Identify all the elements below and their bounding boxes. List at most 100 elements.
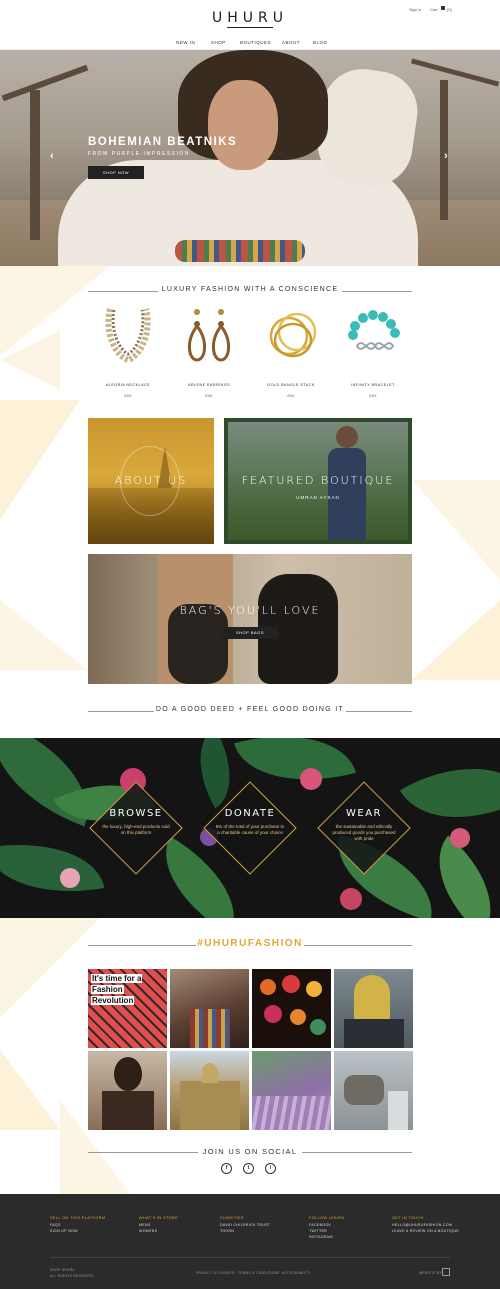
footer-link-instagram[interactable]: INSTAGRAM	[309, 1235, 345, 1239]
wear-title: WEAR	[346, 808, 382, 819]
site-header: UHURU Sign in Cart (0) NEW IN SHOP BOUTI…	[0, 0, 500, 50]
leaf-decoration	[0, 828, 105, 908]
product-price: £XX	[287, 394, 295, 398]
gate	[388, 1091, 408, 1130]
footer-col-heading: CHARITIES	[220, 1216, 244, 1220]
model-head	[336, 426, 358, 448]
cart-icon[interactable]	[441, 6, 445, 10]
how-it-works-band: BROWSE the luxury, high-end products sol…	[0, 738, 500, 918]
hero-prev-arrow-icon[interactable]: ‹	[50, 150, 54, 162]
footer-copyright: SHOP UHURU	[50, 1268, 76, 1272]
browse-text: the luxury, high-end products sold on th…	[102, 824, 170, 835]
footer-link-accessibility[interactable]: ACCESSIBILITY	[282, 1271, 310, 1275]
nav-boutiques[interactable]: BOUTIQUES	[240, 40, 271, 45]
footer-link-mens[interactable]: MENS	[139, 1223, 178, 1227]
divider	[342, 291, 412, 292]
footer-col-heading: SELL ON THIS PLATFORM	[50, 1216, 106, 1220]
about-us-tile[interactable]: ABOUT US	[88, 418, 214, 544]
featured-boutique-label: FEATURED BOUTIQUE	[241, 474, 395, 487]
footer-link-womens[interactable]: WOMENS	[139, 1229, 178, 1233]
site-footer: SELL ON THIS PLATFORM FAQS SIGN UP NOW W…	[0, 1194, 500, 1289]
product-name[interactable]: ARLENE EARRINGS	[169, 383, 249, 387]
product-name[interactable]: ALEGRIA NECKLACE	[88, 383, 168, 387]
flower-decoration	[450, 828, 470, 848]
nav-new-in[interactable]: NEW IN	[176, 40, 195, 45]
footer-col-charities: CHARITIES DAVID CHILDRICK TRUST THORN	[220, 1216, 270, 1235]
nav-blog[interactable]: BLOG	[313, 40, 328, 45]
nav-shop[interactable]: SHOP	[211, 40, 226, 45]
divider	[346, 711, 412, 712]
site-logo[interactable]: UHURU	[0, 10, 500, 26]
instagram-post[interactable]	[170, 969, 249, 1048]
sign-in-link[interactable]: Sign in	[409, 7, 421, 12]
hero-embroidery	[175, 240, 305, 262]
twitter-icon[interactable]: t	[243, 1163, 254, 1174]
agency-logo-icon[interactable]	[442, 1268, 450, 1276]
footer-link-privacy[interactable]: PRIVACY & COOKIES	[196, 1271, 234, 1275]
instagram-post[interactable]	[170, 1051, 249, 1130]
footer-col-contact: GET IN TOUCH HELLO@UHURUFASHION.COM LEAV…	[392, 1216, 459, 1235]
instagram-post-fashion-revolution[interactable]: It's time for a Fashion Revolution	[88, 969, 167, 1048]
flower-decoration	[340, 888, 362, 910]
donate-text: 5% of the total of your purchase to a ch…	[215, 824, 285, 835]
bg-triangle	[412, 480, 500, 580]
footer-link-review[interactable]: LEAVE A REVIEW ON A BOUTIQUE	[392, 1229, 459, 1233]
about-us-label: ABOUT US	[114, 474, 188, 487]
hero-tree	[30, 90, 40, 240]
instagram-post[interactable]	[334, 969, 413, 1048]
footer-link-sign-up[interactable]: SIGN UP NOW	[50, 1229, 105, 1233]
shop-now-button[interactable]: SHOP NOW	[88, 166, 144, 179]
footer-link-email[interactable]: HELLO@UHURUFASHION.COM	[392, 1223, 459, 1227]
model-hair	[114, 1057, 142, 1091]
flower-decoration	[300, 768, 322, 790]
lantern	[282, 975, 300, 993]
instagram-post[interactable]	[252, 969, 331, 1048]
footer-col-heading: WHAT'S IN STORE	[139, 1216, 179, 1220]
donate-title: DONATE	[224, 808, 276, 819]
hashtag-heading[interactable]: #UHURUFASHION	[88, 938, 412, 949]
nav-about[interactable]: ABOUT	[282, 40, 300, 45]
footer-link-faqs[interactable]: FAQS	[50, 1223, 105, 1227]
bg-triangle	[412, 600, 500, 680]
footer-link-twitter[interactable]: TWITTER	[309, 1229, 345, 1233]
bags-tile[interactable]: BAG'S YOU'LL LOVE	[88, 554, 412, 684]
post-text-line: It's time for a	[91, 974, 143, 983]
footer-credit: WEBSITE BY	[419, 1271, 443, 1275]
hero-branch	[410, 58, 500, 87]
product-name[interactable]: GOLD BANGLE STACK	[251, 383, 331, 387]
footer-link-charity[interactable]: THORN	[220, 1229, 270, 1233]
lantern	[290, 1009, 306, 1025]
lantern	[260, 979, 276, 995]
facebook-icon[interactable]: f	[221, 1163, 232, 1174]
shop-bags-button[interactable]: SHOP BAGS	[222, 627, 278, 639]
hero-banner[interactable]: BOHEMIAN BEATNIKS FROM PURPLE IMPRESSION…	[0, 50, 500, 266]
instagram-post[interactable]	[334, 1051, 413, 1130]
bg-triangle	[0, 1050, 60, 1130]
hero-branch	[1, 64, 89, 102]
featured-boutique-tile[interactable]: FEATURED BOUTIQUE UMRAN AYSAN	[224, 418, 412, 544]
monkey	[344, 1075, 384, 1105]
instagram-post[interactable]	[88, 1051, 167, 1130]
footer-col-heading: FOLLOW UHURU	[309, 1216, 345, 1220]
footer-link-facebook[interactable]: FACEBOOK	[309, 1223, 345, 1227]
post-text-line: Revolution	[91, 996, 135, 1005]
footer-col-sell: SELL ON THIS PLATFORM FAQS SIGN UP NOW	[50, 1216, 105, 1235]
lantern	[310, 1019, 326, 1035]
footer-link-charity[interactable]: DAVID CHILDRICK TRUST	[220, 1223, 270, 1227]
model-dress	[328, 448, 366, 540]
footer-link-terms[interactable]: TERMS & CONDITIONS	[238, 1271, 280, 1275]
product-price: £XX	[205, 394, 213, 398]
cart-link[interactable]: Cart	[430, 7, 438, 12]
footer-rights: ALL RIGHTS RESERVED	[50, 1274, 94, 1278]
footer-col-store: WHAT'S IN STORE MENS WOMENS	[139, 1216, 178, 1235]
footer-col-follow: FOLLOW UHURU FACEBOOK TWITTER INSTAGRAM	[309, 1216, 345, 1242]
lantern	[306, 981, 322, 997]
earrings-image	[188, 309, 230, 362]
instagram-icon[interactable]: i	[265, 1163, 276, 1174]
product-name[interactable]: INFINITY BRACELET	[333, 383, 413, 387]
footer-divider	[50, 1257, 450, 1258]
hero-next-arrow-icon[interactable]: ›	[444, 150, 448, 162]
instagram-post[interactable]	[252, 1051, 331, 1130]
divider	[302, 1152, 412, 1153]
hero-model-arm	[312, 63, 423, 192]
